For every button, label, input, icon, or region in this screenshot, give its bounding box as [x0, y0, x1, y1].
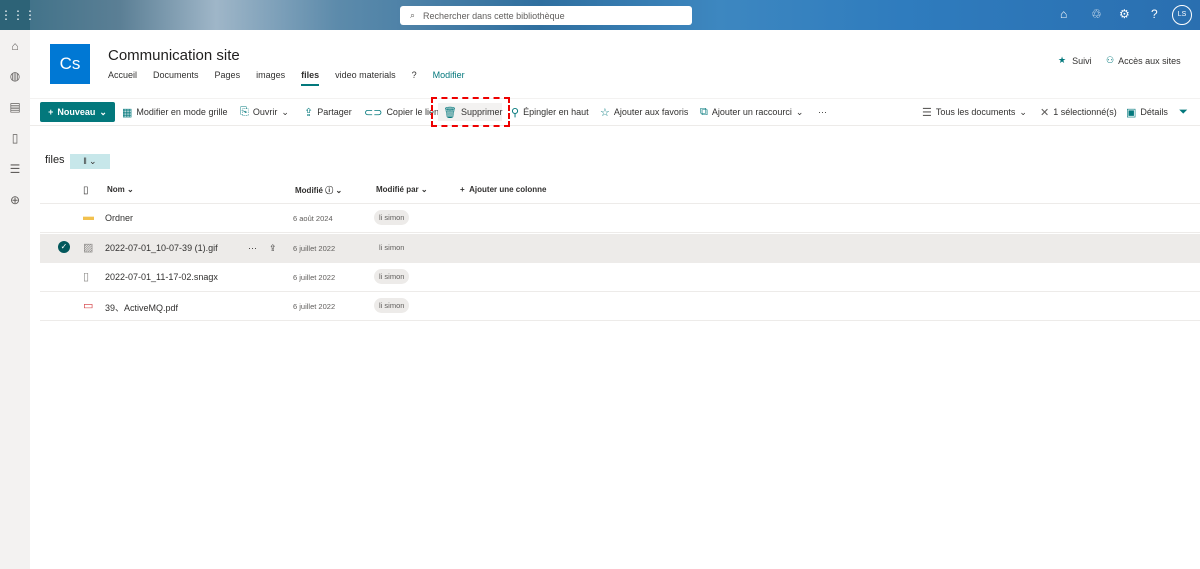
- connections-icon[interactable]: ♲: [1091, 7, 1102, 21]
- plus-icon: +: [48, 107, 54, 117]
- grid-icon: ▦: [122, 106, 133, 119]
- grid-edit-button[interactable]: ▦ Modifier en mode grille: [122, 104, 227, 120]
- column-header-modified-by[interactable]: Modifié par ⌄: [376, 185, 428, 194]
- share-icon: ⇪: [304, 106, 314, 119]
- file-type-header-icon[interactable]: ▯: [83, 185, 89, 196]
- pdf-icon: ▭: [83, 300, 94, 312]
- open-button[interactable]: ⎘ Ouvrir ⌄: [240, 104, 289, 120]
- file-icon: ▯: [83, 271, 90, 283]
- checkmark-icon[interactable]: ✓: [58, 241, 70, 253]
- nav-pages[interactable]: Pages: [215, 70, 241, 86]
- view-icon: ☰: [922, 106, 932, 119]
- copy-link-button[interactable]: ⊂⊃ Copier le lien: [364, 104, 439, 120]
- column-header-name[interactable]: Nom ⌄: [107, 185, 134, 194]
- shortcut-icon: ⧉: [700, 105, 708, 118]
- chevron-down-icon: ⌄: [99, 106, 107, 117]
- news-icon[interactable]: ▤: [8, 100, 22, 114]
- globe-icon[interactable]: ◍: [8, 69, 22, 83]
- chevron-down-icon: ⌄: [1019, 106, 1027, 117]
- shortcut-button[interactable]: ⧉ Ajouter un raccourci ⌄: [700, 104, 803, 120]
- table-row[interactable]: ▭ 39、ActiveMQ.pdf 6 juillet 2022 li simo…: [40, 292, 1200, 321]
- nav-help[interactable]: ?: [412, 70, 417, 86]
- add-icon[interactable]: ⊕: [8, 193, 22, 207]
- delete-button[interactable]: 🗑 Supprimer: [443, 104, 502, 120]
- trash-icon: 🗑: [443, 106, 457, 119]
- chevron-down-icon: ⌄: [281, 106, 289, 117]
- document-icon[interactable]: ▯: [8, 131, 22, 145]
- more-actions-icon[interactable]: ···: [248, 243, 257, 253]
- column-header-modified[interactable]: Modifié ⓘ ⌄: [295, 185, 342, 196]
- site-title[interactable]: Communication site: [108, 47, 240, 64]
- folder-icon: ▬: [83, 211, 94, 223]
- new-button[interactable]: + Nouveau ⌄: [40, 102, 115, 122]
- search-input[interactable]: ⌕ Rechercher dans cette bibliothèque: [400, 6, 692, 25]
- filter-icon: ⏷: [1179, 105, 1188, 118]
- image-file-icon: ▨: [83, 242, 94, 254]
- help-icon[interactable]: ?: [1151, 7, 1158, 21]
- site-logo[interactable]: Cs: [50, 44, 90, 84]
- clear-selection-button[interactable]: ✕ 1 sélectionné(s): [1040, 104, 1117, 120]
- pin-button[interactable]: ⚲ Épingler en haut: [511, 104, 589, 120]
- add-column-button[interactable]: + Ajouter une colonne: [460, 185, 546, 194]
- megaphone-icon[interactable]: ⌂: [1060, 7, 1067, 21]
- avatar[interactable]: LS: [1172, 5, 1192, 25]
- details-button[interactable]: ▣ Détails: [1126, 104, 1168, 120]
- follow-button[interactable]: ★ Suivi: [1058, 55, 1092, 66]
- nav-images[interactable]: images: [256, 70, 285, 86]
- library-options-button[interactable]: 𝍪 ⌄: [70, 154, 110, 169]
- filter-button[interactable]: ⏷: [1179, 104, 1188, 120]
- favorites-button[interactable]: ☆ Ajouter aux favoris: [600, 104, 688, 120]
- nav-documents[interactable]: Documents: [153, 70, 199, 86]
- library-icon: 𝍪: [83, 156, 87, 166]
- nav-accueil[interactable]: Accueil: [108, 70, 137, 86]
- link-icon: ⊂⊃: [364, 106, 383, 119]
- chevron-down-icon: ⌄: [795, 106, 804, 117]
- nav-files[interactable]: files: [301, 70, 320, 86]
- share-button[interactable]: ⇪ Partager: [304, 104, 352, 120]
- gear-icon[interactable]: ⚙: [1119, 7, 1130, 21]
- open-icon: ⎘: [240, 105, 249, 118]
- nav-edit[interactable]: Modifier: [433, 70, 465, 86]
- details-icon: ▣: [1126, 106, 1137, 119]
- search-icon: ⌕: [410, 10, 416, 20]
- more-button[interactable]: ···: [818, 104, 827, 120]
- table-row[interactable]: ✓ ▨ 2022-07-01_10-07-39 (1).gif ··· ⇪ 6 …: [40, 234, 1200, 263]
- nav-video-materials[interactable]: video materials: [335, 70, 396, 86]
- close-icon: ✕: [1040, 106, 1050, 119]
- library-title: files: [45, 154, 65, 166]
- view-selector[interactable]: ☰ Tous les documents ⌄: [922, 104, 1027, 120]
- app-launcher-icon[interactable]: ⋮⋮⋮: [0, 0, 36, 30]
- table-row[interactable]: ▬ Ordner 6 août 2024 li simon: [40, 204, 1200, 233]
- pin-icon: ⚲: [511, 106, 520, 119]
- star-outline-icon: ☆: [600, 106, 610, 119]
- home-icon[interactable]: ⌂: [8, 39, 22, 53]
- site-nav: Accueil Documents Pages images files vid…: [108, 70, 481, 86]
- list-icon[interactable]: ☰: [8, 162, 22, 176]
- people-icon: ⚇: [1106, 55, 1115, 65]
- site-access-button[interactable]: ⚇ Accès aux sites: [1106, 55, 1181, 66]
- star-icon: ★: [1058, 55, 1067, 65]
- table-row[interactable]: ▯ 2022-07-01_11-17-02.snagx 6 juillet 20…: [40, 263, 1200, 292]
- share-icon[interactable]: ⇪: [269, 243, 277, 254]
